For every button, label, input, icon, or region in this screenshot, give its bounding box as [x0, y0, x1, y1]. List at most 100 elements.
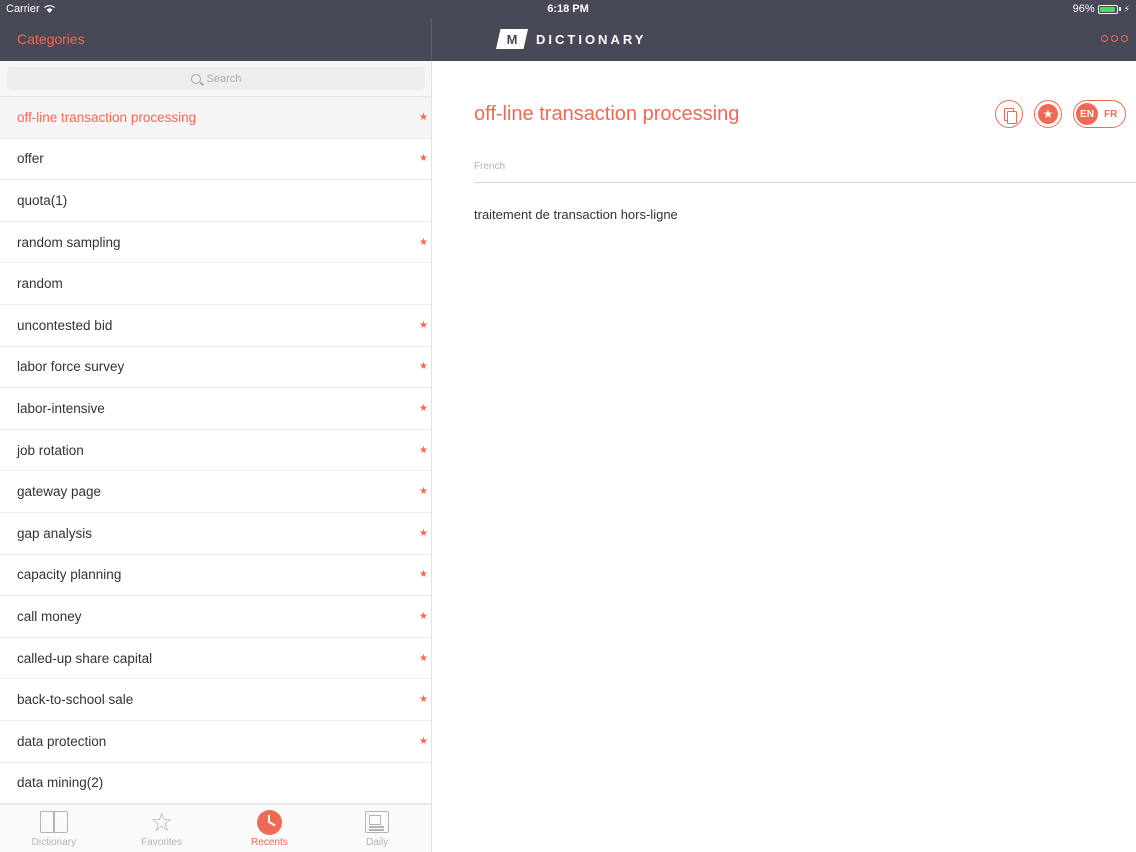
book-icon: [39, 811, 69, 833]
word-label: random: [17, 276, 63, 292]
entry-detail-panel: off-line transaction processing ★ EN FR …: [432, 61, 1136, 852]
favorite-star-icon: ★: [419, 610, 428, 622]
word-label: data protection: [17, 733, 107, 749]
tab-bar: Dictionary ☆ Favorites Recents Daily: [0, 804, 431, 852]
favorite-star-icon: ★: [419, 361, 428, 373]
nav-bar: Carrier 6:18 PM 96% ⚡ Categories M DICTI…: [0, 0, 1136, 61]
favorite-star-icon: ★: [419, 444, 428, 456]
word-list-item[interactable]: offer ★: [0, 139, 431, 181]
section-divider: [474, 182, 1136, 183]
battery-fill: [1099, 6, 1116, 12]
favorite-star-icon: ★: [419, 569, 428, 581]
word-list-item[interactable]: labor-intensive ★: [0, 388, 431, 430]
word-list-item[interactable]: gap analysis ★: [0, 513, 431, 555]
translation-section-label: French: [474, 161, 506, 172]
word-label: capacity planning: [17, 567, 122, 583]
tab-label: Daily: [366, 837, 389, 848]
favorite-star-icon: ★: [419, 236, 428, 248]
word-list-item[interactable]: data protection ★: [0, 721, 431, 763]
word-label: job rotation: [17, 442, 84, 458]
tab-icon-wrap: [39, 809, 69, 835]
favorite-star-icon: ★: [419, 111, 428, 123]
word-label: offer: [17, 151, 44, 167]
logo-text: DICTIONARY: [536, 31, 647, 47]
word-label: data mining(2): [17, 775, 104, 791]
recent-words-list: off-line transaction processing ★ offer ★ qu…: [0, 97, 431, 805]
more-options-icon[interactable]: [1101, 35, 1128, 42]
search-bar: Search: [0, 61, 431, 97]
tab-icon-wrap: [256, 809, 282, 835]
tab-icon-wrap: ☆: [150, 809, 173, 835]
favorite-star-icon: ★: [419, 402, 428, 414]
status-time: 6:18 PM: [547, 3, 589, 15]
word-label: labor-intensive: [17, 400, 105, 416]
word-list-item[interactable]: data mining(2): [0, 763, 431, 805]
word-list-item[interactable]: uncontested bid ★: [0, 305, 431, 347]
entry-actions: ★ EN FR: [995, 100, 1126, 128]
word-list-item[interactable]: call money ★: [0, 596, 431, 638]
tab-label: Dictionary: [31, 837, 77, 848]
nav-divider: [431, 18, 432, 61]
favorite-star-icon: ★: [419, 527, 428, 539]
search-input[interactable]: Search: [7, 67, 425, 90]
word-list-item[interactable]: called-up share capital ★: [0, 638, 431, 680]
tab-daily[interactable]: Daily: [323, 805, 431, 852]
word-list-panel: Search off-line transaction processing ★ o…: [0, 61, 432, 852]
lang-fr-option[interactable]: FR: [1104, 109, 1117, 120]
word-list-item[interactable]: random: [0, 263, 431, 305]
favorite-star-icon: ★: [419, 735, 428, 747]
logo-badge: M: [496, 29, 528, 49]
word-list-item[interactable]: back-to-school sale ★: [0, 679, 431, 721]
categories-button[interactable]: Categories: [17, 31, 85, 47]
clock-icon: [256, 809, 282, 835]
tab-label: Recents: [251, 837, 288, 848]
star-icon: ★: [1038, 104, 1058, 124]
favorite-button[interactable]: ★: [1034, 100, 1062, 128]
tab-dictionary[interactable]: Dictionary: [0, 805, 108, 852]
word-label: back-to-school sale: [17, 692, 134, 708]
battery-indicator: 96% ⚡: [1073, 3, 1130, 15]
battery-tip: [1118, 7, 1121, 11]
word-list-item[interactable]: job rotation ★: [0, 430, 431, 472]
battery-icon: [1097, 4, 1118, 14]
translation-text: traitement de transaction hors-ligne: [474, 207, 678, 222]
entry-title: off-line transaction processing: [474, 103, 740, 125]
word-list-item[interactable]: gateway page ★: [0, 471, 431, 513]
dot: [1121, 35, 1128, 42]
favorite-star-icon: ★: [419, 486, 428, 498]
word-list-item[interactable]: labor force survey ★: [0, 347, 431, 389]
tab-label: Favorites: [141, 837, 183, 848]
tab-icon-wrap: [365, 809, 390, 835]
word-label: uncontested bid: [17, 317, 113, 333]
word-list-item[interactable]: quota(1): [0, 180, 431, 222]
star-icon: ☆: [149, 807, 174, 837]
lang-en-option[interactable]: EN: [1076, 103, 1098, 125]
dot: [1101, 35, 1108, 42]
favorite-star-icon: ★: [419, 694, 428, 706]
word-label: labor force survey: [17, 359, 125, 375]
app-logo: M DICTIONARY: [496, 29, 646, 49]
word-label: called-up share capital: [17, 650, 153, 666]
word-label: off-line transaction processing: [17, 109, 197, 125]
word-list-item[interactable]: off-line transaction processing ★: [0, 97, 431, 139]
word-label: gateway page: [17, 484, 102, 500]
favorite-star-icon: ★: [419, 652, 428, 664]
tab-recents[interactable]: Recents: [216, 805, 324, 852]
favorite-star-icon: ★: [419, 153, 428, 165]
newspaper-icon: [365, 811, 390, 833]
language-toggle[interactable]: EN FR: [1073, 100, 1126, 128]
status-bar: Carrier 6:18 PM 96% ⚡: [0, 0, 1136, 18]
copy-button[interactable]: [995, 100, 1023, 128]
word-label: quota(1): [17, 192, 68, 208]
word-label: random sampling: [17, 234, 121, 250]
favorite-star-icon: ★: [419, 319, 428, 331]
word-list-item[interactable]: capacity planning ★: [0, 555, 431, 597]
dot: [1111, 35, 1118, 42]
word-list-item[interactable]: random sampling ★: [0, 222, 431, 264]
battery-percent: 96%: [1072, 3, 1095, 15]
search-placeholder: Search: [206, 72, 242, 85]
copy-icon: [1004, 107, 1017, 124]
word-label: gap analysis: [17, 525, 93, 541]
tab-favorites[interactable]: ☆ Favorites: [108, 805, 216, 852]
search-icon: [190, 73, 201, 84]
